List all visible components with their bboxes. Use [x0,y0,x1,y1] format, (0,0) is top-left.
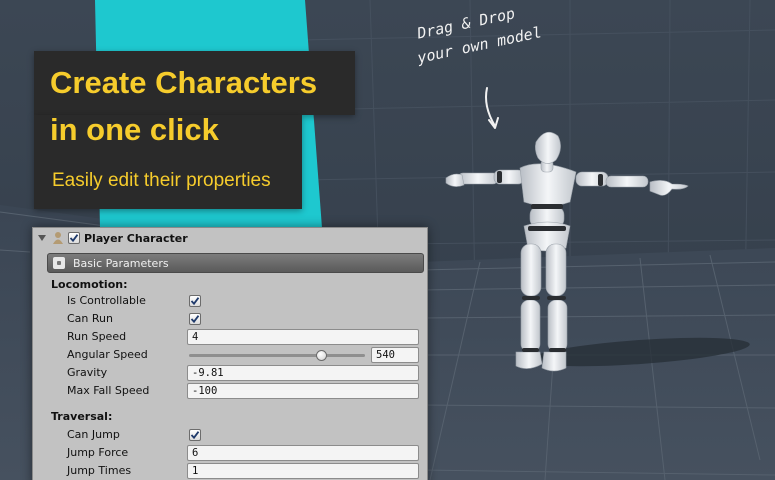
jump-force-field[interactable]: 6 [187,445,419,461]
max-fall-speed-field[interactable]: -100 [187,383,419,399]
jump-times-field[interactable]: 1 [187,463,419,479]
can-jump-row: Can Jump [33,426,427,444]
run-speed-field[interactable]: 4 [187,329,419,345]
headline-line-2: in one click [50,112,219,147]
max-fall-speed-row: Max Fall Speed -100 [33,382,427,400]
headline-banner-top: Create Characters [34,51,355,115]
can-run-checkbox[interactable] [189,313,201,325]
section-title: Basic Parameters [73,256,169,270]
traversal-group-title: Traversal: [51,410,113,423]
jump-force-label: Jump Force [67,446,129,459]
can-run-label: Can Run [67,312,113,325]
jump-times-label: Jump Times [67,464,132,477]
character-component-icon [53,232,63,244]
is-controllable-checkbox[interactable] [189,295,201,307]
jump-times-row: Jump Times 1 [33,462,427,480]
gravity-label: Gravity [67,366,108,379]
checkmark-icon [69,234,79,243]
angular-speed-field[interactable]: 540 [371,347,419,363]
angular-speed-label: Angular Speed [67,348,148,361]
jump-force-row: Jump Force 6 [33,444,427,462]
can-run-row: Can Run [33,310,427,328]
checkmark-icon [190,315,200,324]
can-jump-checkbox[interactable] [189,429,201,441]
component-enabled-checkbox[interactable] [68,232,80,244]
max-fall-speed-label: Max Fall Speed [67,384,150,397]
section-icon [53,257,65,269]
angular-speed-slider[interactable] [189,350,365,361]
component-title: Player Character [84,231,188,245]
checkmark-icon [190,431,200,440]
component-header[interactable]: Player Character [33,228,427,248]
headline-line-1: Create Characters [50,65,318,100]
angular-speed-slider-thumb[interactable] [316,350,327,361]
headline-banner-bottom: in one click Easily edit their propertie… [34,112,302,209]
angular-speed-row: Angular Speed 540 [33,346,427,364]
checkmark-icon [190,297,200,306]
is-controllable-label: Is Controllable [67,294,146,307]
foldout-arrow-icon[interactable] [38,235,46,241]
can-jump-label: Can Jump [67,428,120,441]
subheadline: Easily edit their properties [52,170,271,191]
basic-parameters-section[interactable]: Basic Parameters [47,253,424,273]
gravity-field[interactable]: -9.81 [187,365,419,381]
gravity-row: Gravity -9.81 [33,364,427,382]
run-speed-row: Run Speed 4 [33,328,427,346]
is-controllable-row: Is Controllable [33,292,427,310]
run-speed-label: Run Speed [67,330,127,343]
locomotion-group-title: Locomotion: [51,278,128,291]
inspector-panel: Player Character Basic Parameters Locomo… [32,227,428,480]
